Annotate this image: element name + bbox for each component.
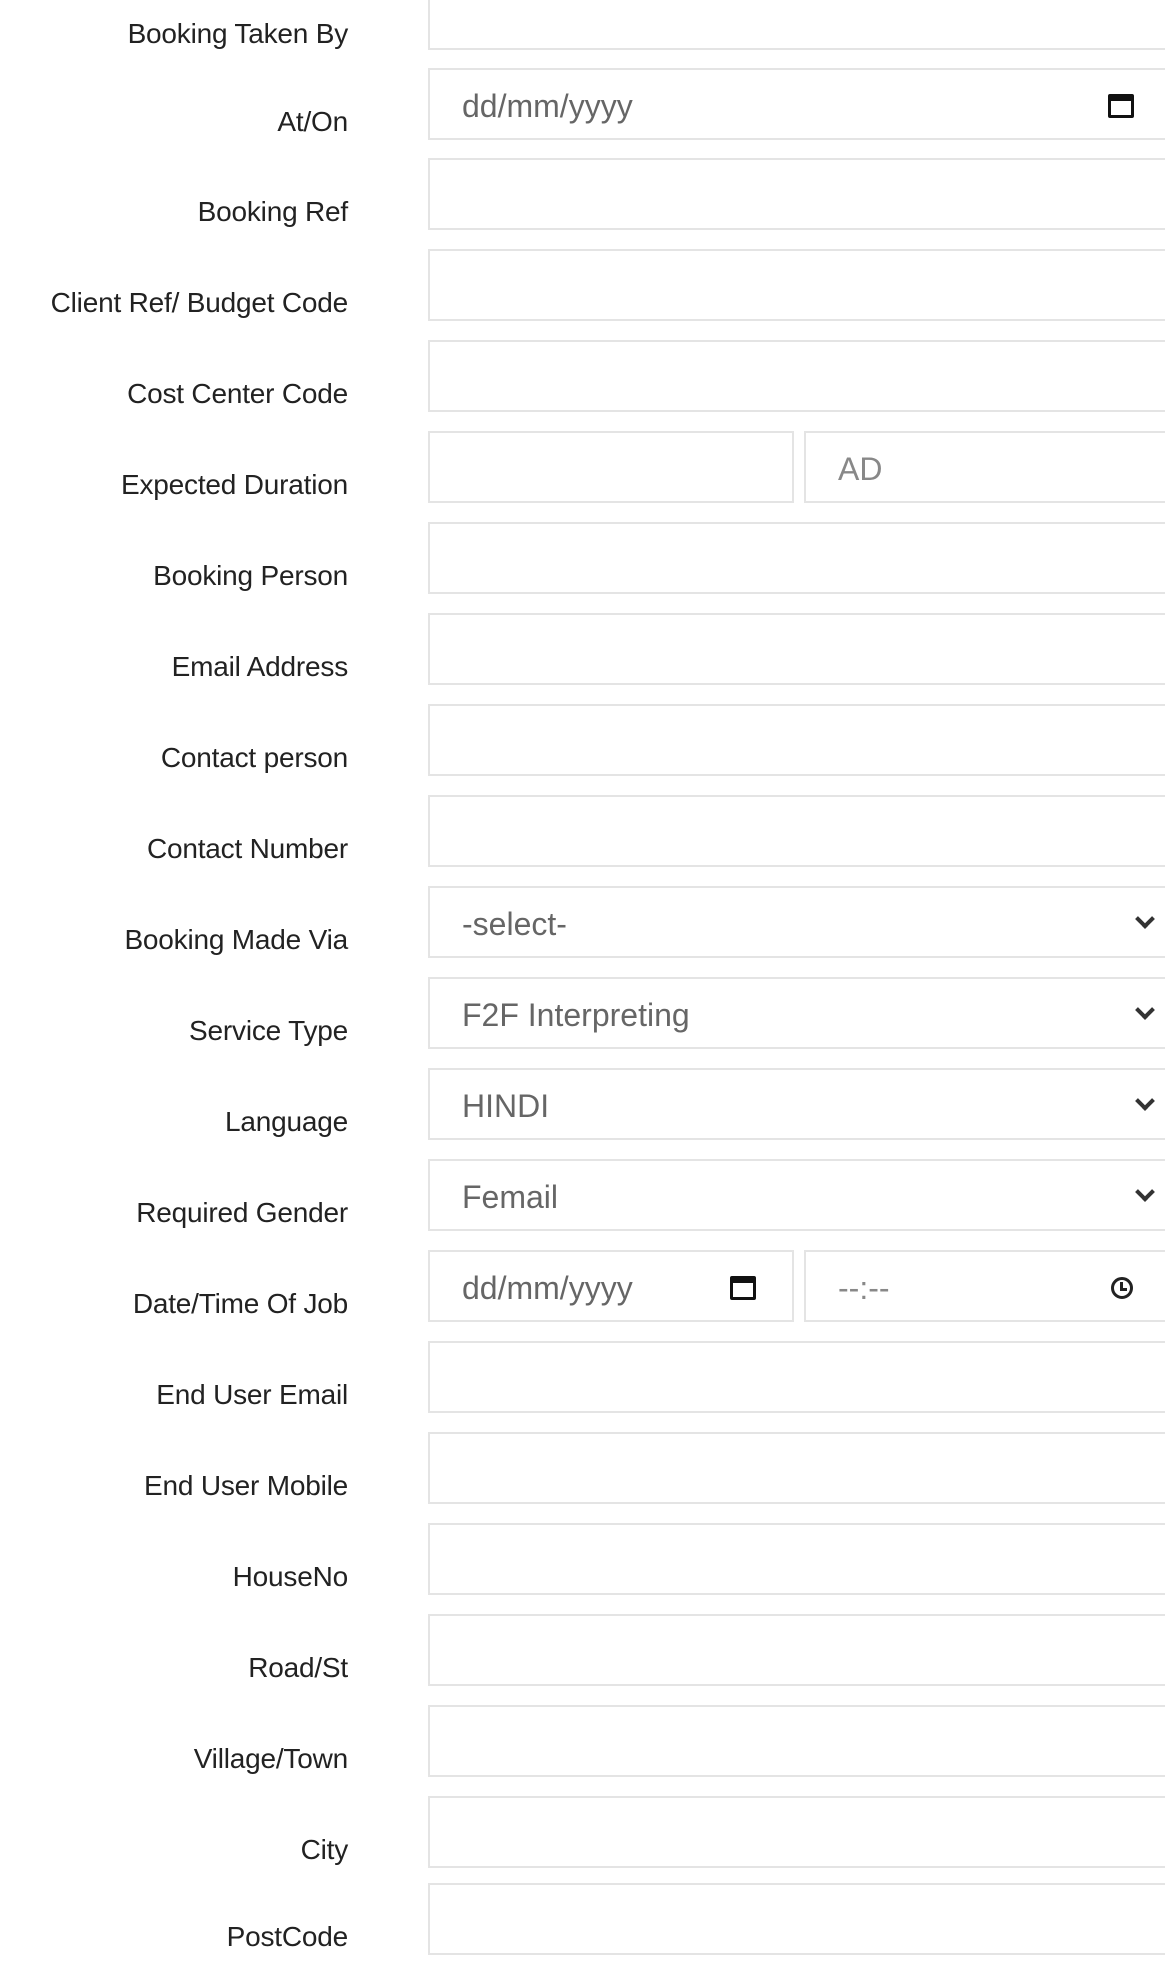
chevron-down-icon[interactable] [1135,1182,1155,1202]
contact-number-input[interactable] [428,795,1165,867]
service-type-value: F2F Interpreting [462,997,690,1033]
booking-made-via-label: Booking Made Via [124,924,348,955]
cost-center-input[interactable] [428,340,1165,412]
booking-ref-label: Booking Ref [197,196,349,227]
language-select[interactable]: HINDI [428,1068,1165,1140]
row-contact-number: Contact Number [0,795,1165,885]
city-input[interactable] [428,1796,1165,1868]
end-user-mobile-label: End User Mobile [144,1470,348,1501]
job-time-placeholder: --:-- [838,1270,890,1306]
row-email-address: Email Address [0,613,1165,703]
house-no-label: HouseNo [232,1561,349,1592]
house-no-input[interactable] [428,1523,1165,1595]
service-type-select[interactable]: F2F Interpreting [428,977,1165,1049]
row-road-st: Road/St [0,1614,1165,1704]
end-user-email-input[interactable] [428,1341,1165,1413]
calendar-icon[interactable] [1108,94,1134,118]
chevron-down-icon[interactable] [1135,1091,1155,1111]
cost-center-label: Cost Center Code [127,378,348,409]
row-contact-person: Contact person [0,704,1165,794]
required-gender-value: Femail [462,1179,559,1215]
at-on-label: At/On [277,106,348,137]
village-town-label: Village/Town [193,1743,348,1774]
road-st-label: Road/St [248,1652,348,1683]
language-value: HINDI [462,1088,550,1124]
row-end-user-mobile: End User Mobile [0,1432,1165,1522]
row-house-no: HouseNo [0,1523,1165,1613]
booking-made-via-select[interactable]: -select- [428,886,1165,958]
duration-unit-placeholder: AD [838,451,883,487]
row-client-ref: Client Ref/ Budget Code [0,249,1165,339]
row-postcode: PostCode [0,1883,1165,1973]
village-town-input[interactable] [428,1705,1165,1777]
row-at-on: At/On dd/mm/yyyy [0,68,1165,158]
client-ref-input[interactable] [428,249,1165,321]
row-expected-duration: Expected Duration AD [0,431,1165,521]
contact-number-label: Contact Number [146,833,348,864]
client-ref-label: Client Ref/ Budget Code [50,287,349,318]
row-village-town: Village/Town [0,1705,1165,1795]
row-language: Language HINDI [0,1068,1165,1158]
row-cost-center: Cost Center Code [0,340,1165,430]
contact-person-input[interactable] [428,704,1165,776]
chevron-down-icon[interactable] [1135,909,1155,929]
row-booking-taken-by: Booking Taken By [0,0,1165,70]
booking-made-via-value: -select- [462,906,567,942]
booking-taken-by-label: Booking Taken By [127,18,349,49]
clock-icon[interactable] [1111,1277,1133,1299]
row-end-user-email: End User Email [0,1341,1165,1431]
contact-person-label: Contact person [160,742,348,773]
row-required-gender: Required Gender Femail [0,1159,1165,1249]
service-type-label: Service Type [189,1015,348,1046]
job-date-placeholder: dd/mm/yyyy [462,1270,633,1306]
language-label: Language [225,1106,348,1137]
at-on-date-input[interactable]: dd/mm/yyyy [428,68,1165,140]
at-on-date-placeholder: dd/mm/yyyy [462,88,633,124]
required-gender-select[interactable]: Femail [428,1159,1165,1231]
email-address-label: Email Address [171,651,349,682]
end-user-mobile-input[interactable] [428,1432,1165,1504]
row-booking-ref: Booking Ref [0,158,1165,248]
end-user-email-label: End User Email [156,1379,348,1410]
required-gender-label: Required Gender [136,1197,348,1228]
booking-taken-by-input[interactable] [428,0,1165,50]
row-service-type: Service Type F2F Interpreting [0,977,1165,1067]
date-time-of-job-label: Date/Time Of Job [132,1288,348,1319]
booking-ref-input[interactable] [428,158,1165,230]
job-date-input[interactable]: dd/mm/yyyy [428,1250,794,1322]
row-booking-person: Booking Person [0,522,1165,612]
booking-person-input[interactable] [428,522,1165,594]
row-date-time-of-job: Date/Time Of Job dd/mm/yyyy --:-- [0,1250,1165,1340]
booking-person-label: Booking Person [153,560,348,591]
expected-duration-input[interactable] [428,431,794,503]
calendar-icon[interactable] [730,1276,756,1300]
chevron-down-icon[interactable] [1135,1000,1155,1020]
row-booking-made-via: Booking Made Via -select- [0,886,1165,976]
postcode-label: PostCode [226,1921,349,1952]
road-st-input[interactable] [428,1614,1165,1686]
row-city: City [0,1796,1165,1886]
duration-unit-input[interactable]: AD [804,431,1165,503]
postcode-input[interactable] [428,1883,1165,1955]
email-address-input[interactable] [428,613,1165,685]
city-label: City [300,1834,349,1865]
job-time-input[interactable]: --:-- [804,1250,1165,1322]
expected-duration-label: Expected Duration [121,469,348,500]
